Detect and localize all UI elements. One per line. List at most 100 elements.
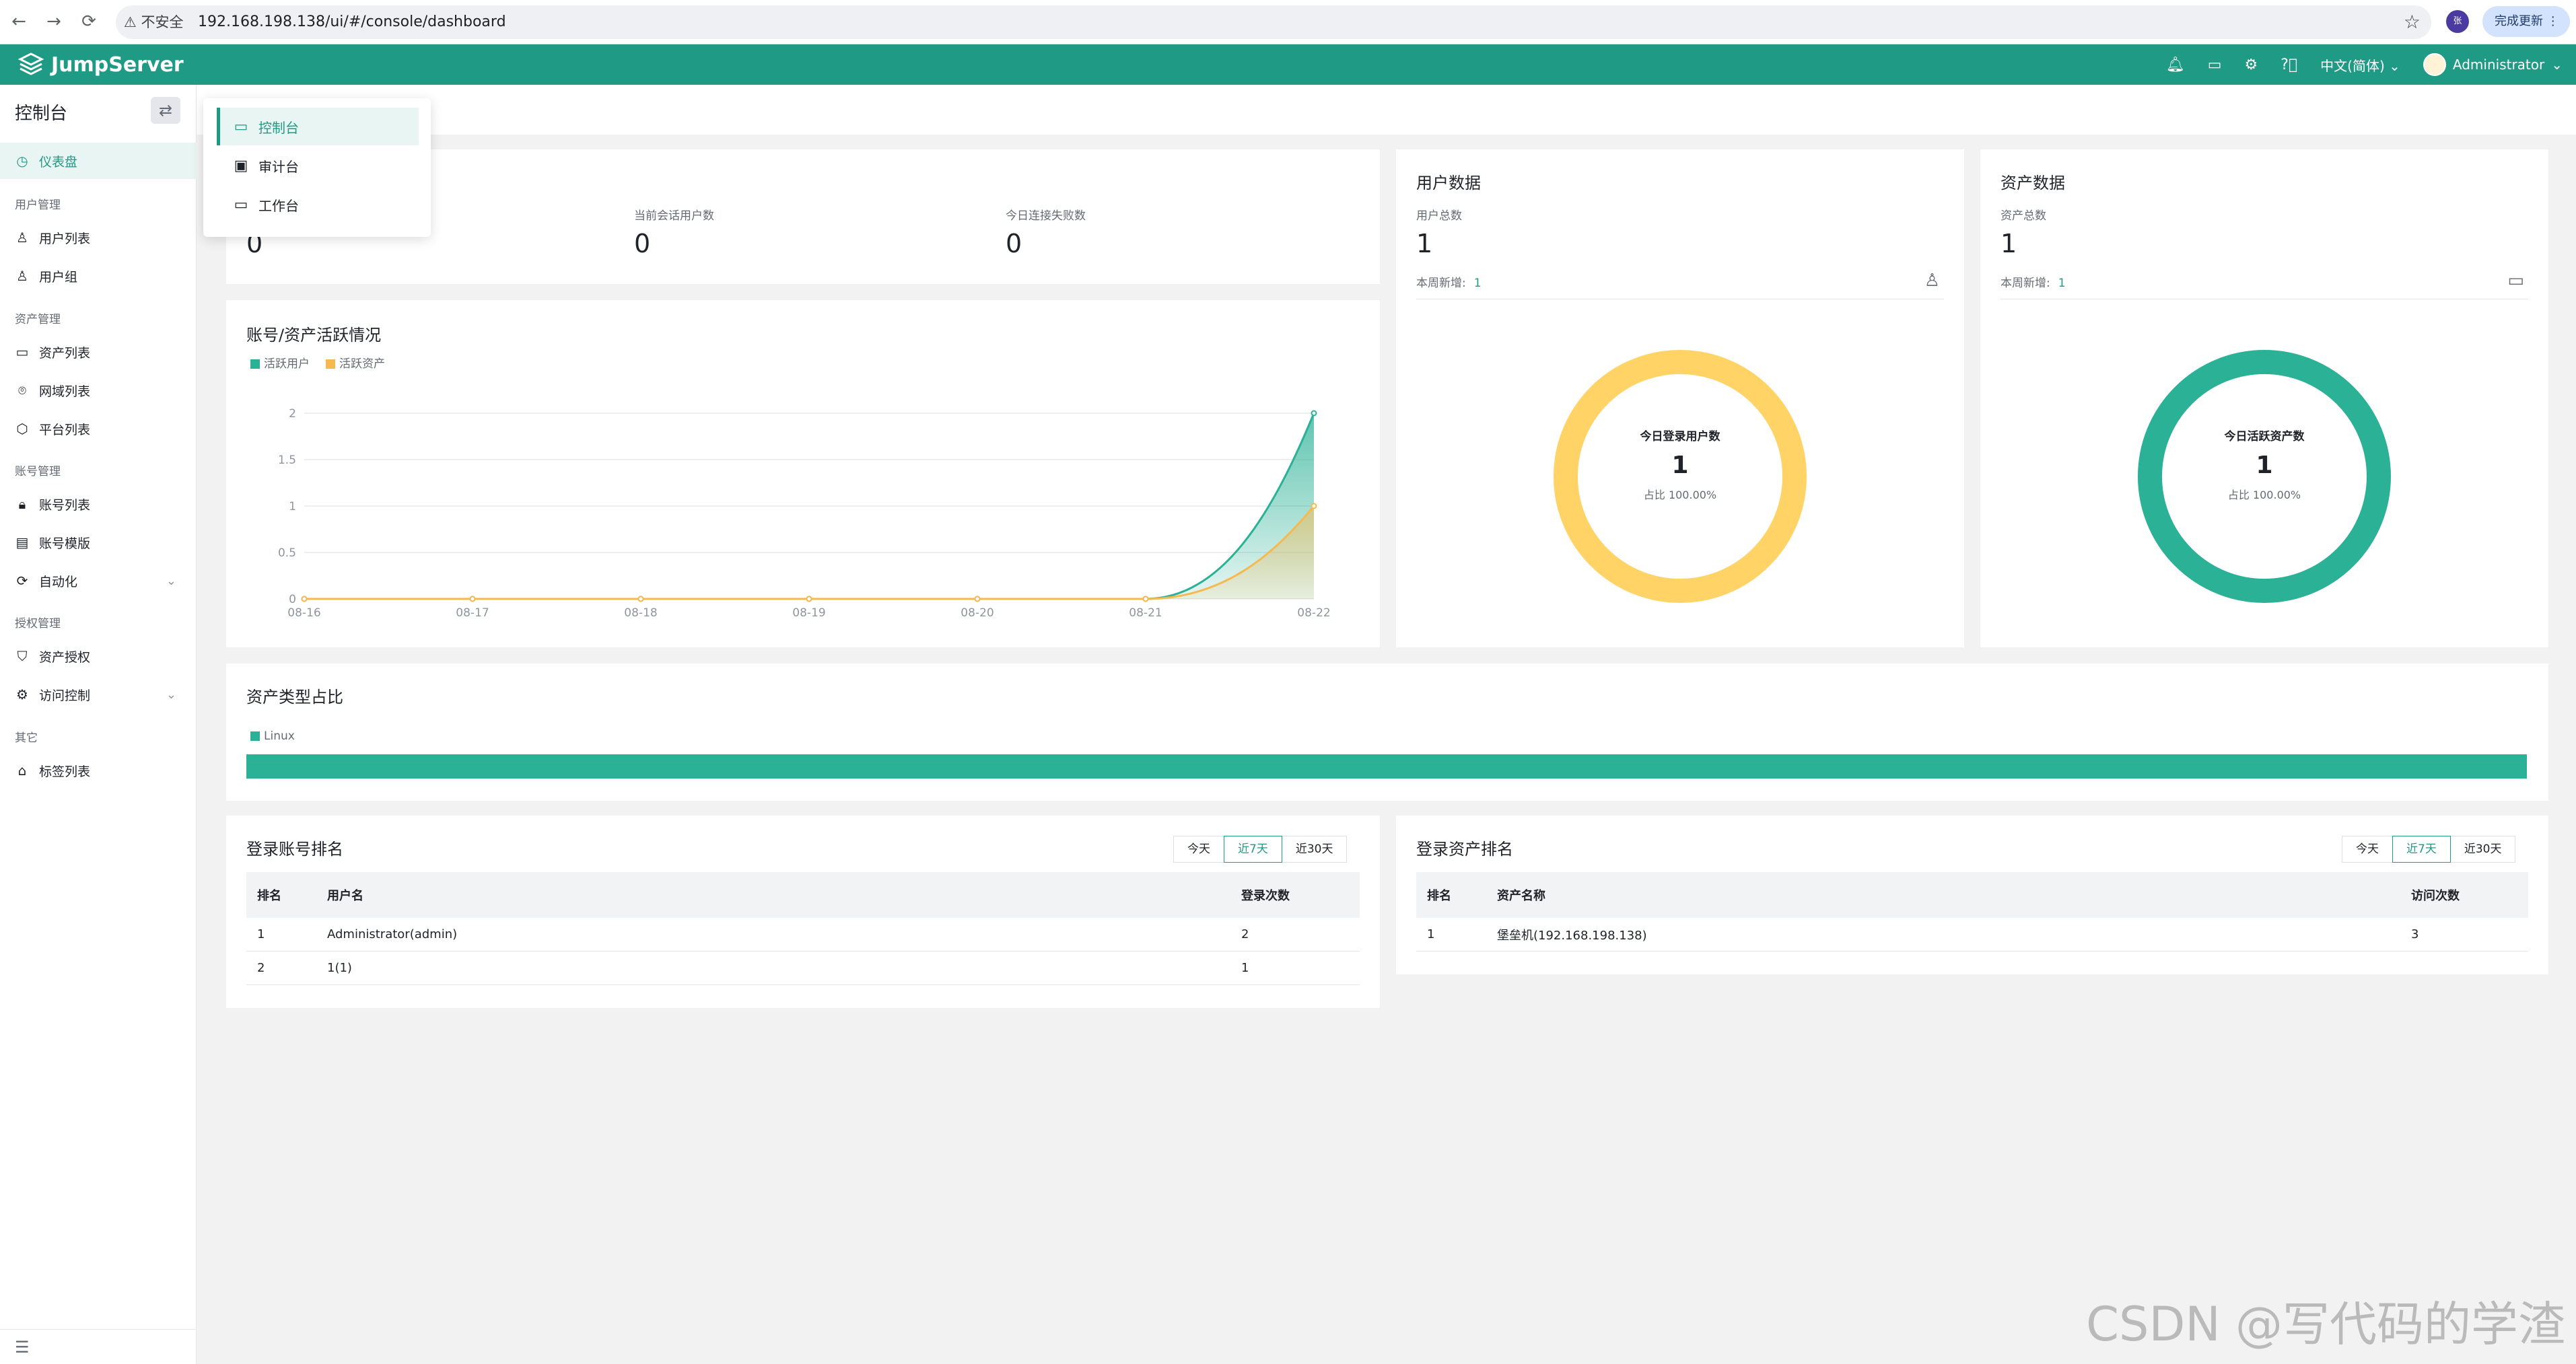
tab-30days[interactable]: 近30天	[1281, 836, 1348, 863]
sidebar-collapse[interactable]: ☰	[0, 1329, 197, 1364]
x-tick-label: 08-21	[1129, 606, 1162, 620]
terminal-icon[interactable]: ▭	[2208, 57, 2222, 73]
address-bar[interactable]: ⚠ 不安全 192.168.198.138/ui/#/console/dashb…	[116, 5, 2431, 39]
column-header: 登录次数	[1241, 889, 1290, 903]
settings-icon[interactable]: ⚙	[2245, 57, 2258, 73]
asset-donut-center: 今日活跃资产数 1 占比 100.00%	[2177, 427, 2352, 502]
table-row: 2 1(1) 1	[246, 952, 1360, 985]
forward-icon[interactable]: →	[42, 9, 66, 34]
user-donut	[1554, 350, 1807, 603]
browser-profile-avatar[interactable]: 张	[2446, 10, 2469, 33]
failed-value: 0	[1006, 229, 1022, 258]
asset-donut	[2138, 350, 2391, 603]
y-tick-label: 2	[289, 407, 296, 421]
table-cell: 1	[1427, 927, 1435, 941]
view-console[interactable]: ▭ 控制台	[217, 108, 419, 145]
lock-icon: 🔒︎	[18, 496, 26, 512]
x-tick-label: 08-22	[1297, 606, 1330, 620]
x-tick-label: 08-18	[624, 606, 657, 620]
url-text[interactable]: 192.168.198.138/ui/#/console/dashboard	[198, 5, 506, 39]
asset-type-legend: Linux	[250, 729, 295, 743]
sidebar-item-tag-list[interactable]: ⌂ 标签列表	[0, 752, 197, 789]
data-point	[1311, 503, 1317, 509]
table-row: 1 Administrator(admin) 2	[246, 918, 1360, 952]
sidebar-item-access-control[interactable]: ⚙ 访问控制 ⌄	[0, 676, 197, 713]
reload-icon[interactable]: ⟳	[77, 9, 101, 34]
sidebar-item-label: 资产授权	[39, 649, 91, 665]
x-tick-label: 08-19	[792, 606, 825, 620]
table-cell: 2	[257, 961, 265, 975]
audit-icon: ▣	[234, 157, 248, 174]
view-workbench[interactable]: ▭ 工作台	[217, 186, 419, 223]
back-icon[interactable]: ←	[7, 9, 31, 34]
sidebar-item-label: 仪表盘	[39, 154, 78, 170]
sidebar-item-label: 访问控制	[39, 688, 91, 703]
x-tick-label: 08-20	[961, 606, 994, 620]
browser-update-button[interactable]: 完成更新 ⋮	[2482, 6, 2570, 37]
asset-type-bar[interactable]	[246, 754, 2527, 779]
sidebar-item-label: 网域列表	[39, 384, 91, 399]
tab-today[interactable]: 今天	[1173, 836, 1224, 863]
user-icon: ♙	[16, 229, 28, 246]
account-rank-tabs: 今天 近7天 近30天	[1173, 836, 1348, 863]
sidebar-item-user-list[interactable]: ♙ 用户列表	[0, 219, 197, 256]
donut-value: 1	[2256, 452, 2273, 479]
template-icon: ▤	[15, 534, 29, 550]
tab-7days[interactable]: 近7天	[1224, 836, 1282, 863]
view-switch-dropdown: ▭ 控制台 ▣ 审计台 ▭ 工作台	[203, 98, 431, 237]
monitor-icon: ▭	[15, 344, 29, 360]
bell-icon[interactable]: 🔔︎	[2166, 57, 2185, 73]
sidebar-item-asset-list[interactable]: ▭ 资产列表	[0, 334, 197, 370]
jumpserver-logo-icon	[18, 52, 44, 75]
sidebar-item-account-list[interactable]: 🔒︎ 账号列表	[0, 486, 197, 522]
app-header: JumpServer 🔔︎ ▭ ⚙ ?⃝ 中文(简体) ⌄ Administra…	[0, 44, 2576, 85]
language-select[interactable]: 中文(简体) ⌄	[2320, 55, 2400, 75]
sidebar-item-platform-list[interactable]: ⬡ 平台列表	[0, 410, 197, 447]
console-icon: ▭	[234, 118, 248, 135]
column-header: 用户名	[327, 889, 363, 903]
bookmark-star-icon[interactable]: ☆	[2404, 5, 2421, 39]
y-tick-label: 1.5	[278, 454, 296, 467]
column-header: 资产名称	[1497, 889, 1545, 903]
table-cell: 1	[1241, 961, 1249, 975]
page-topbar	[197, 85, 2576, 135]
legend-item[interactable]: Linux	[250, 729, 295, 743]
tab-30days[interactable]: 近30天	[2449, 836, 2516, 863]
sidebar-item-domain-list[interactable]: ⌾ 网域列表	[0, 372, 197, 408]
user-menu[interactable]: Administrator ⌄	[2423, 53, 2563, 76]
table-cell: 3	[2411, 927, 2419, 941]
asset-rank-card: 登录资产排名 今天 近7天 近30天 排名 资产名称 访问次数 1 堡垒机(19…	[1396, 816, 2548, 974]
view-switch-icon[interactable]: ⇄	[151, 97, 180, 124]
dashboard-icon: ◷	[16, 153, 28, 169]
donut-value: 1	[1671, 452, 1689, 479]
view-audit[interactable]: ▣ 审计台	[217, 147, 419, 184]
sidebar-item-automation[interactable]: ⟳ 自动化 ⌄	[0, 563, 197, 599]
sidebar-item-asset-perm[interactable]: ⛉ 资产授权	[0, 638, 197, 674]
tag-icon: ⌂	[18, 762, 27, 779]
collapse-icon: ☰	[15, 1338, 30, 1357]
help-icon[interactable]: ?⃝	[2281, 57, 2297, 73]
user-name: Administrator	[2452, 57, 2545, 73]
user-data-card: 用户数据 用户总数 1 本周新增: 1 ♙ 今日登录用户数 1 占比 100.00…	[1396, 149, 1964, 647]
sidebar-item-dashboard[interactable]: ◷ 仪表盘	[0, 143, 197, 179]
donut-label: 今日活跃资产数	[2224, 430, 2305, 443]
sidebar-item-account-template[interactable]: ▤ 账号模版	[0, 524, 197, 561]
activity-chart-card: 账号/资产活跃情况 活跃用户 活跃资产 0 0.5 1 1.5 2 08-16 08-17 0…	[226, 300, 1380, 647]
chevron-down-icon: ⌄	[166, 687, 176, 702]
sidebar-item-label: 资产列表	[39, 345, 91, 361]
sidebar-item-user-group[interactable]: ♙ 用户组	[0, 258, 197, 294]
failed-label: 今日连接失败数	[1006, 209, 1086, 223]
donut-label: 今日登录用户数	[1640, 430, 1720, 443]
tab-today[interactable]: 今天	[2342, 836, 2393, 863]
data-point	[637, 596, 644, 602]
x-tick-label: 08-17	[456, 606, 489, 620]
user-group-icon: ♙	[16, 268, 28, 284]
sidebar-item-label: 标签列表	[39, 764, 91, 779]
y-tick-label: 1	[289, 500, 296, 513]
brand-logo[interactable]: JumpServer	[18, 44, 184, 85]
y-tick-label: 0.5	[278, 546, 296, 560]
security-warning[interactable]: ⚠ 不安全	[124, 5, 184, 39]
sidebar-item-label: 账号模版	[39, 536, 91, 551]
sidebar-item-label: 平台列表	[39, 422, 91, 437]
tab-7days[interactable]: 近7天	[2392, 836, 2451, 863]
